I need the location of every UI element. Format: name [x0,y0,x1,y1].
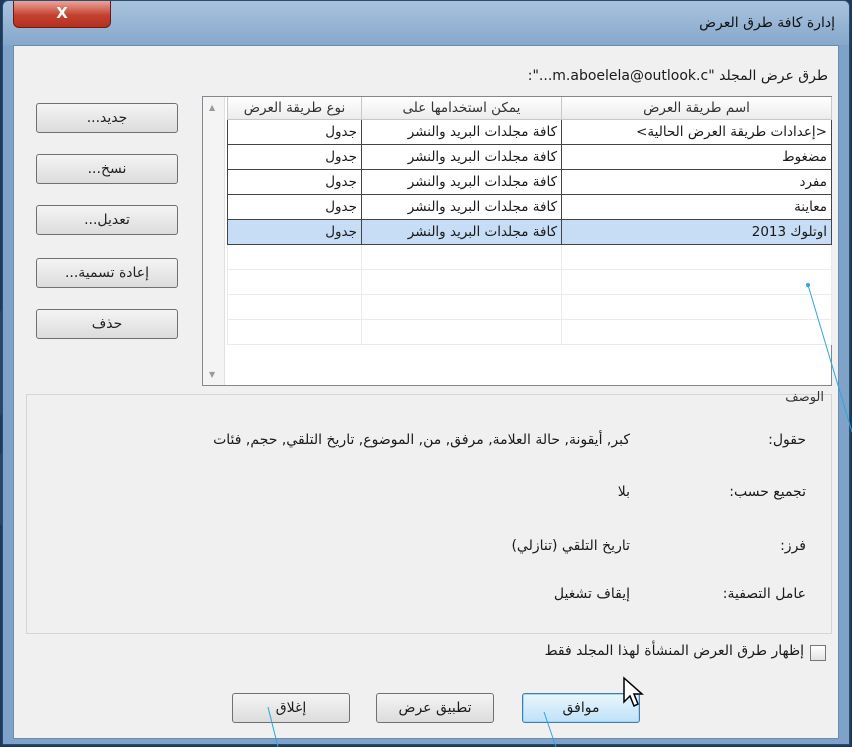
callout-dot [806,283,810,287]
callout-lines [267,283,852,747]
mouse-cursor-icon [623,676,644,708]
callout-line-close [267,706,279,747]
callout-line-selected-row [807,284,852,433]
callout-line-ok [543,711,557,747]
